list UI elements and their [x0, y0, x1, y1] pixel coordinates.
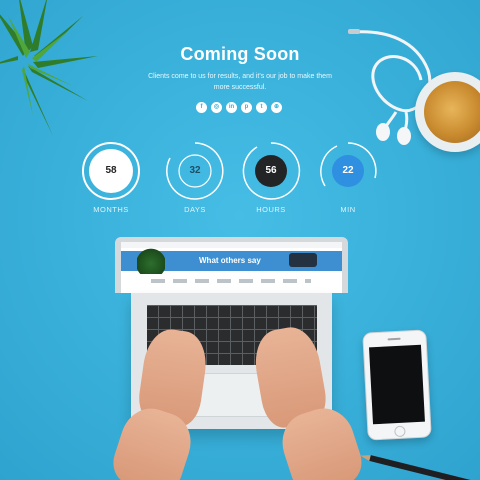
page-title: Coming Soon [180, 44, 300, 64]
countdown-label: MIN [340, 205, 356, 214]
countdown-value: 58 [105, 165, 117, 176]
smartphone-image [362, 329, 432, 441]
pencil-image [369, 455, 480, 480]
countdown-days: 32 DAYS [164, 140, 226, 214]
twitter-icon[interactable]: t [256, 102, 267, 113]
coming-soon-page: Coming Soon Clients come to us for resul… [0, 0, 480, 480]
facebook-icon[interactable]: f [196, 102, 207, 113]
phone-display [368, 344, 425, 425]
screen-plant-image [137, 248, 165, 274]
pinterest-icon[interactable]: p [241, 102, 252, 113]
phone-home-button [394, 425, 406, 438]
countdown-label: MONTHS [93, 205, 129, 214]
countdown-months: 58 MONTHS [80, 140, 142, 214]
plant-image [0, 0, 98, 136]
dribbble-icon[interactable]: ⊕ [271, 102, 282, 113]
social-links: f ◎ in p t ⊕ [196, 102, 282, 113]
countdown-value: 22 [342, 165, 354, 176]
countdown-value: 32 [189, 165, 201, 176]
phone-speaker [387, 337, 401, 341]
countdown-value: 56 [265, 165, 277, 176]
screen-product-image [289, 253, 317, 267]
laptop-lid: What others say [115, 237, 348, 293]
screen-logo-row [151, 279, 311, 283]
countdown-hours: 56 HOURS [240, 140, 302, 214]
laptop-screen: What others say [121, 242, 342, 293]
linkedin-icon[interactable]: in [226, 102, 237, 113]
countdown-min: 22 MIN [317, 140, 379, 214]
page-subtitle: Clients come to us for results, and it's… [148, 73, 332, 91]
screen-heading: What others say [199, 256, 261, 265]
instagram-icon[interactable]: ◎ [211, 102, 222, 113]
